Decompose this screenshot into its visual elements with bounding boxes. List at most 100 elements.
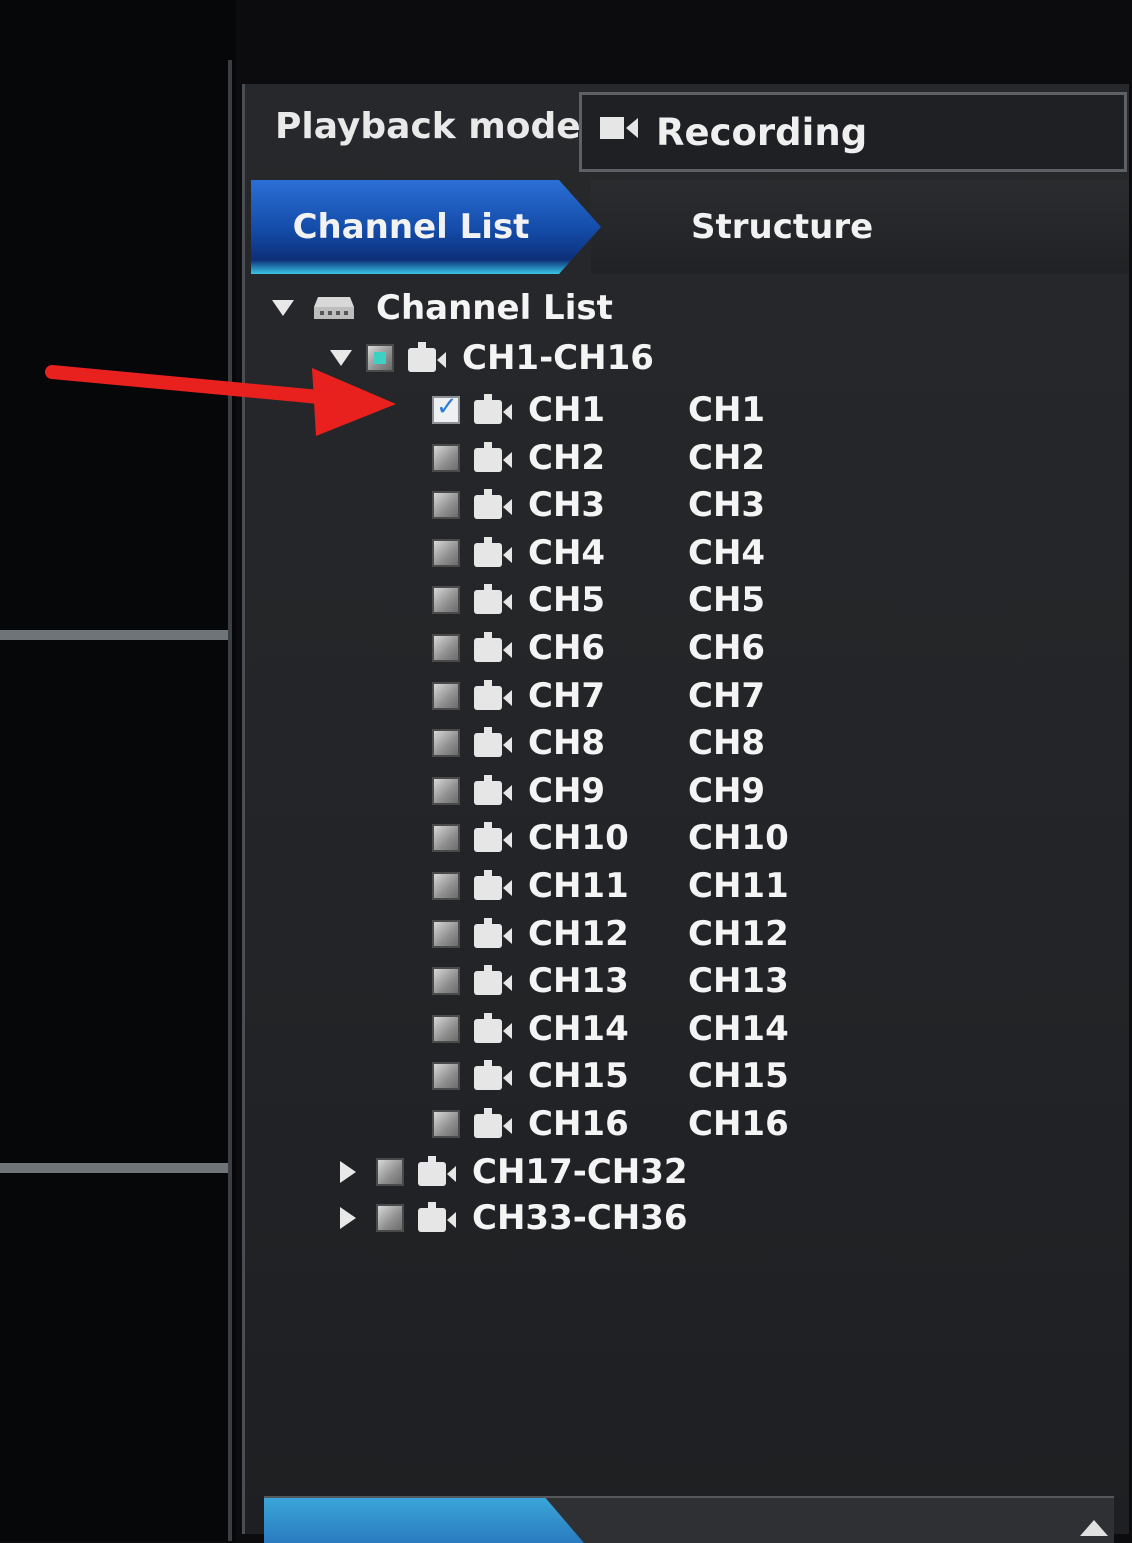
channel-row[interactable]: CH4 CH4 <box>432 531 765 575</box>
tree-group-label: CH17-CH32 <box>472 1152 688 1192</box>
tree-group-ch17-ch32[interactable]: CH17-CH32 <box>340 1150 688 1194</box>
channel-row[interactable]: CH10 CH10 <box>432 816 789 860</box>
channel-alias: CH11 <box>688 866 789 906</box>
channel-name: CH15 <box>528 1056 629 1097</box>
channel-name: CH6 <box>528 628 606 668</box>
channel-row[interactable]: CH13 CH13 <box>432 959 789 1003</box>
channel-checkbox[interactable] <box>432 776 460 805</box>
channel-name: CH12 <box>528 913 629 954</box>
channel-row[interactable]: CH8 CH8 <box>432 721 765 765</box>
camera-icon <box>418 1156 456 1186</box>
channel-row[interactable]: CH6 CH6 <box>432 626 765 670</box>
channel-checkbox[interactable] <box>432 681 460 710</box>
camera-icon <box>474 489 512 520</box>
channel-name: CH10 <box>528 818 629 859</box>
video-camera-icon <box>600 117 638 139</box>
channel-checkbox[interactable] <box>432 634 460 662</box>
channel-row[interactable]: CH14 CH14 <box>432 1007 789 1051</box>
channel-checkbox[interactable] <box>432 586 460 615</box>
tree-group-label: CH1-CH16 <box>462 338 654 378</box>
channel-checkbox[interactable] <box>432 824 460 853</box>
camera-icon <box>474 1012 512 1043</box>
camera-icon <box>474 1060 512 1091</box>
channel-name: CH14 <box>528 1008 629 1049</box>
channel-checkbox[interactable] <box>432 967 460 996</box>
scroll-up-icon[interactable] <box>1080 1520 1108 1536</box>
channel-alias: CH14 <box>688 1008 789 1049</box>
channel-alias: CH2 <box>688 437 766 478</box>
channel-checkbox[interactable] <box>432 872 460 900</box>
channel-name: CH2 <box>528 437 606 478</box>
channel-checkbox[interactable] <box>432 1014 460 1043</box>
channel-alias: CH15 <box>688 1056 789 1097</box>
channel-name: CH11 <box>528 866 629 906</box>
channel-checkbox[interactable] <box>432 538 460 567</box>
camera-icon <box>474 536 512 567</box>
channel-checkbox[interactable] <box>432 392 460 424</box>
channel-name: CH16 <box>528 1104 629 1144</box>
channel-name: CH13 <box>528 961 629 1002</box>
clock-display-clipped <box>740 0 1132 26</box>
annotation-arrow-icon <box>45 365 396 436</box>
playback-mode-select[interactable]: Recording <box>579 92 1127 172</box>
channel-alias: CH9 <box>688 770 766 811</box>
camera-icon <box>474 727 512 758</box>
camera-icon <box>474 870 512 900</box>
channel-row[interactable]: CH12 CH12 <box>432 912 789 956</box>
channel-name: CH1 <box>528 390 606 430</box>
channel-name: CH8 <box>528 723 606 764</box>
channel-row[interactable]: CH16 CH16 <box>432 1102 789 1146</box>
channel-alias: CH3 <box>688 485 766 526</box>
channel-name: CH5 <box>528 580 606 621</box>
camera-icon <box>474 394 512 424</box>
camera-icon <box>474 1108 512 1138</box>
channel-alias: CH8 <box>688 723 766 764</box>
tree-group-label: CH33-CH36 <box>472 1198 688 1238</box>
bottom-tab-clipped[interactable] <box>264 1498 584 1543</box>
camera-icon <box>474 679 512 710</box>
channel-alias: CH5 <box>688 580 766 621</box>
camera-icon <box>474 584 512 615</box>
tab-structure-label: Structure <box>691 207 874 247</box>
camera-icon <box>418 1202 456 1232</box>
channel-name: CH7 <box>528 675 606 716</box>
tab-structure[interactable]: Structure <box>591 180 1129 274</box>
camera-icon <box>474 822 512 853</box>
group-checkbox[interactable] <box>376 1158 404 1186</box>
expand-arrow-icon[interactable] <box>340 1161 356 1183</box>
channel-checkbox[interactable] <box>432 443 460 472</box>
channel-checkbox[interactable] <box>432 729 460 758</box>
channel-row[interactable]: CH3 CH3 <box>432 483 765 527</box>
channel-alias: CH1 <box>688 390 766 430</box>
channel-row[interactable]: CH1 CH1 <box>432 388 765 432</box>
camera-icon <box>474 965 512 996</box>
channel-checkbox[interactable] <box>432 1110 460 1138</box>
channel-alias: CH7 <box>688 675 766 716</box>
channel-checkbox[interactable] <box>432 1062 460 1091</box>
video-pane-divider <box>0 1163 232 1173</box>
channel-row[interactable]: CH9 CH9 <box>432 769 765 813</box>
camera-icon <box>474 441 512 472</box>
playback-mode-value: Recording <box>656 111 868 154</box>
channel-row[interactable]: CH7 CH7 <box>432 674 765 718</box>
channel-name: CH4 <box>528 532 606 573</box>
channel-name: CH9 <box>528 770 606 811</box>
channel-name: CH3 <box>528 485 606 526</box>
channel-alias: CH13 <box>688 961 789 1002</box>
channel-alias: CH6 <box>688 628 766 668</box>
channel-alias: CH12 <box>688 913 789 954</box>
channel-row[interactable]: CH2 CH2 <box>432 436 765 480</box>
channel-alias: CH4 <box>688 532 766 573</box>
tree-group-ch33-ch36[interactable]: CH33-CH36 <box>340 1196 688 1240</box>
channel-row[interactable]: CH15 CH15 <box>432 1054 789 1098</box>
camera-icon <box>474 632 512 662</box>
channel-row[interactable]: CH11 CH11 <box>432 864 789 908</box>
video-pane-divider <box>0 630 232 640</box>
channel-row[interactable]: CH5 CH5 <box>432 578 765 622</box>
group-checkbox[interactable] <box>376 1204 404 1232</box>
expand-arrow-icon[interactable] <box>340 1207 356 1229</box>
camera-icon <box>474 917 512 948</box>
bottom-tab-strip <box>264 1496 1114 1543</box>
channel-checkbox[interactable] <box>432 919 460 948</box>
channel-checkbox[interactable] <box>432 491 460 520</box>
